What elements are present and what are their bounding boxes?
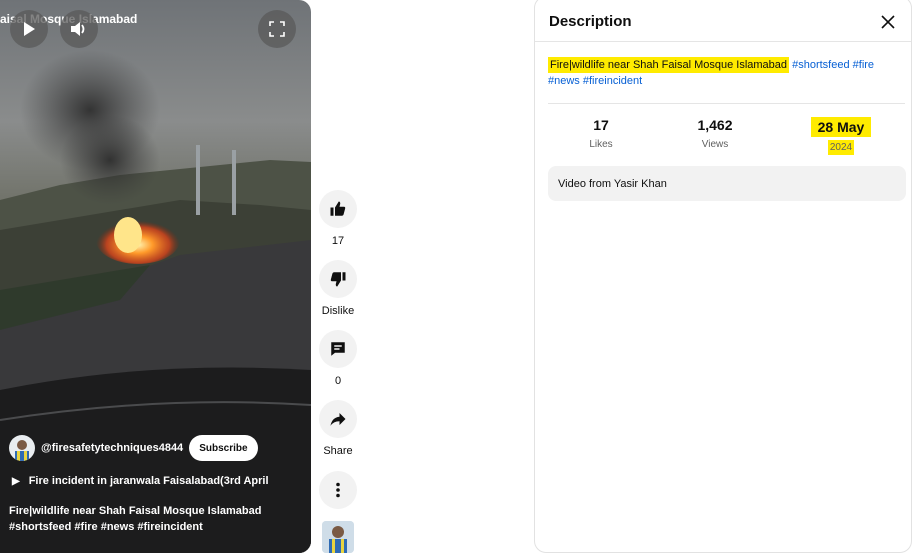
channel-avatar[interactable] — [9, 435, 35, 461]
likes-stat: 17 Likes — [581, 117, 621, 150]
like-action: 17 — [318, 190, 358, 247]
dislike-button[interactable] — [319, 260, 357, 298]
volume-icon — [71, 22, 85, 36]
subscribe-button[interactable]: Subscribe — [189, 435, 258, 461]
views-label: Views — [701, 139, 729, 150]
share-label: Share — [323, 445, 353, 457]
dislike-label: Dislike — [321, 305, 355, 317]
play-button[interactable] — [10, 10, 48, 48]
close-icon — [881, 15, 895, 29]
playlist-title: Fire incident in jaranwala Faisalabad(3r… — [28, 475, 269, 487]
description-main-text: Fire|wildlife near Shah Faisal Mosque Is… — [548, 57, 790, 73]
play-icon — [24, 22, 35, 36]
play-small-icon: ▶ — [12, 475, 20, 487]
share-icon — [330, 413, 346, 426]
channel-name[interactable]: @firesafetytechniques4844 — [41, 442, 183, 454]
volume-button[interactable] — [60, 10, 98, 48]
thumbs-down-icon — [330, 272, 346, 287]
description-header: Description — [549, 13, 632, 30]
hashtag-link[interactable]: #news — [548, 75, 580, 87]
channel-row: @firesafetytechniques4844 Subscribe — [9, 435, 258, 461]
video-from-text: Video from Yasir Khan — [558, 177, 667, 190]
share-button[interactable] — [319, 400, 357, 438]
date-value: 28 May — [811, 117, 871, 137]
video-from-box[interactable]: Video from Yasir Khan — [548, 166, 906, 201]
like-count: 17 — [331, 235, 345, 247]
hashtag-link[interactable]: #fire — [853, 59, 874, 71]
thumbs-up-icon — [330, 201, 346, 216]
fullscreen-button[interactable] — [258, 10, 296, 48]
date-year: 2024 — [827, 140, 855, 155]
hashtag-link[interactable]: #fireincident — [583, 75, 642, 87]
playlist-link[interactable]: ▶ Fire incident in jaranwala Faisalabad(… — [12, 475, 269, 487]
close-button[interactable] — [877, 11, 899, 33]
comment-icon — [331, 342, 345, 356]
description-panel: Description Fire|wildlife near Shah Fais… — [534, 0, 912, 553]
comment-action: 0 — [318, 330, 358, 387]
video-frame — [0, 50, 311, 553]
share-action: Share — [318, 400, 358, 457]
date-stat: 28 May 2024 — [811, 117, 871, 155]
likes-value: 17 — [593, 117, 609, 133]
shorts-page: aisal Mosque Islamabad — [0, 0, 912, 556]
comment-button[interactable] — [319, 330, 357, 368]
like-button[interactable] — [319, 190, 357, 228]
comment-count: 0 — [334, 375, 342, 387]
description-text: Fire|wildlife near Shah Faisal Mosque Is… — [548, 57, 898, 89]
views-stat: 1,462 Views — [690, 117, 740, 150]
hashtag-link[interactable]: #shortsfeed — [792, 59, 849, 71]
more-button[interactable] — [319, 471, 357, 509]
sound-avatar[interactable] — [322, 521, 354, 553]
video-player[interactable]: aisal Mosque Islamabad — [0, 0, 311, 553]
video-caption[interactable]: Fire|wildlife near Shah Faisal Mosque Is… — [9, 503, 305, 535]
fullscreen-icon — [269, 21, 285, 37]
stats-divider — [548, 103, 905, 104]
views-value: 1,462 — [697, 117, 733, 133]
header-divider — [535, 41, 911, 42]
more-vertical-icon — [336, 482, 340, 498]
more-action — [318, 471, 358, 509]
dislike-action: Dislike — [318, 260, 358, 317]
likes-label: Likes — [589, 139, 613, 150]
